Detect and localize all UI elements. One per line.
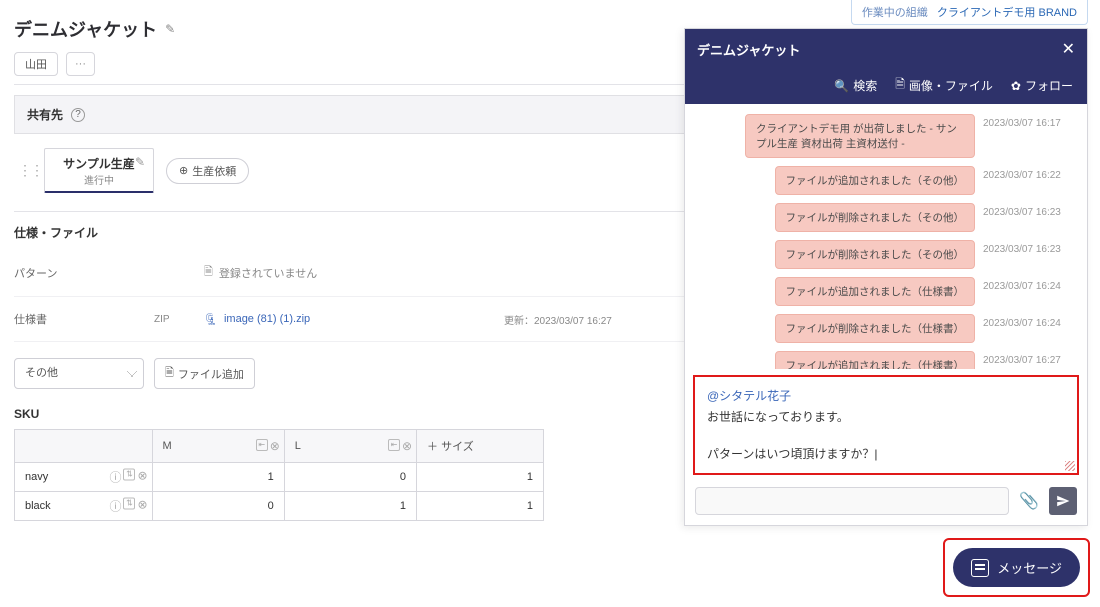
- chat-event-time: 2023/03/07 16:24: [983, 314, 1077, 329]
- chat-actions: 🔍検索 🗎画像・ファイル ✿フォロー: [685, 69, 1087, 104]
- remove-icon[interactable]: ⊗: [402, 439, 412, 453]
- page-title: デニムジャケット: [14, 16, 157, 42]
- attach-icon: 🗎: [165, 364, 174, 383]
- chat-event-pill[interactable]: ファイルが削除されました（その他）: [775, 240, 976, 269]
- remove-icon[interactable]: ⊗: [270, 439, 280, 453]
- file-icon: 🗎: [204, 263, 213, 282]
- sku-row: black ⓘ⇅⊗ 0 1 1: [15, 492, 544, 521]
- chat-search-button[interactable]: 🔍検索: [834, 75, 877, 96]
- share-label: 共有先: [27, 106, 63, 123]
- owner-chip[interactable]: 山田: [14, 52, 58, 76]
- chat-panel: デニムジャケット ✕ 🔍検索 🗎画像・ファイル ✿フォロー クライアントデモ用 …: [684, 28, 1088, 526]
- chat-event-time: 2023/03/07 16:17: [983, 114, 1077, 129]
- spec-file-link[interactable]: 🗜 image (81) (1).zip: [204, 313, 504, 326]
- org-label: 作業中の組織: [862, 7, 928, 19]
- drag-handle-icon[interactable]: ⋮⋮: [14, 162, 32, 179]
- production-request-button[interactable]: ⊕ 生産依頼: [166, 158, 249, 184]
- pattern-placeholder: 🗎 登録されていません: [204, 263, 504, 282]
- more-chip[interactable]: ···: [66, 52, 95, 76]
- file-add-button[interactable]: 🗎 ファイル追加: [154, 358, 255, 389]
- qty-cell[interactable]: 1: [152, 463, 284, 492]
- color-cell[interactable]: navy ⓘ⇅⊗: [15, 463, 153, 492]
- qty-cell[interactable]: 1: [417, 463, 544, 492]
- compose-line: お世話になっております。: [707, 408, 1065, 425]
- chat-event-time: 2023/03/07 16:24: [983, 277, 1077, 292]
- org-name: クライアントデモ用 BRAND: [937, 7, 1077, 19]
- attach-icon[interactable]: 📎: [1019, 491, 1039, 511]
- tab-sample-production[interactable]: サンプル生産 進行中 ✎: [44, 148, 154, 193]
- chat-title: デニムジャケット: [697, 40, 800, 59]
- chat-event-time: 2023/03/07 16:22: [983, 166, 1077, 181]
- chat-event-row: ファイルが削除されました（その他） 2023/03/07 16:23: [695, 203, 1077, 232]
- move-left-icon[interactable]: ⇤: [388, 439, 400, 451]
- compose-line: パターンはいつ頃頂けますか？: [707, 445, 1065, 462]
- chat-send-row: 📎: [685, 481, 1087, 525]
- sku-corner-cell: [15, 430, 153, 463]
- close-icon[interactable]: ✕: [1062, 39, 1075, 59]
- qty-cell[interactable]: 0: [152, 492, 284, 521]
- chat-follow-button[interactable]: ✿フォロー: [1011, 75, 1073, 96]
- float-message-highlight: メッセージ: [943, 538, 1090, 597]
- chat-images-button[interactable]: 🗎画像・ファイル: [895, 75, 993, 96]
- chat-event-pill[interactable]: ファイルが追加されました（その他）: [775, 166, 976, 195]
- chat-input[interactable]: [695, 487, 1009, 515]
- chat-event-pill[interactable]: ファイルが削除されました（仕様書）: [775, 314, 976, 343]
- message-compose[interactable]: @シタテル花子 お世話になっております。 パターンはいつ頃頂けますか？: [693, 375, 1079, 475]
- message-button[interactable]: メッセージ: [953, 548, 1080, 587]
- size-col-l[interactable]: L ⇤⊗: [284, 430, 416, 463]
- send-button[interactable]: [1049, 487, 1077, 515]
- chat-event-time: 2023/03/07 16:27: [983, 351, 1077, 366]
- gear-icon: ✿: [1011, 79, 1021, 93]
- color-cell[interactable]: black ⓘ⇅⊗: [15, 492, 153, 521]
- zip-icon: 🗜: [204, 313, 218, 326]
- qty-cell[interactable]: 1: [417, 492, 544, 521]
- chat-event-row: ファイルが追加されました（仕様書） 2023/03/07 16:24: [695, 277, 1077, 306]
- help-icon[interactable]: ?: [71, 108, 85, 122]
- add-size-button[interactable]: ＋ サイズ: [417, 430, 544, 463]
- size-col-m[interactable]: M ⇤⊗: [152, 430, 284, 463]
- qty-cell[interactable]: 1: [284, 492, 416, 521]
- sort-icon[interactable]: ⇅: [123, 498, 135, 510]
- pattern-label: パターン: [14, 265, 154, 281]
- chat-event-pill[interactable]: ファイルが追加されました（仕様書）: [775, 351, 976, 369]
- sort-icon[interactable]: ⇅: [123, 469, 135, 481]
- org-banner[interactable]: 作業中の組織 クライアントデモ用 BRAND: [851, 0, 1088, 25]
- chat-event-time: 2023/03/07 16:23: [983, 240, 1077, 255]
- chat-event-pill[interactable]: クライアントデモ用 が出荷しました - サンプル生産 資材出荷 主資材送付 -: [745, 114, 975, 158]
- info-icon[interactable]: ⓘ: [109, 469, 121, 486]
- spec-label: 仕様書: [14, 311, 154, 327]
- chat-body[interactable]: クライアントデモ用 が出荷しました - サンプル生産 資材出荷 主資材送付 - 2…: [685, 104, 1087, 369]
- info-icon[interactable]: ⓘ: [109, 498, 121, 515]
- chat-icon: [971, 559, 989, 577]
- chat-event-row: クライアントデモ用 が出荷しました - サンプル生産 資材出荷 主資材送付 - 2…: [695, 114, 1077, 158]
- tab-sub: 進行中: [59, 172, 139, 187]
- sku-row: navy ⓘ⇅⊗ 1 0 1: [15, 463, 544, 492]
- file-icon: 🗎: [895, 75, 905, 96]
- remove-icon[interactable]: ⊗: [137, 498, 147, 515]
- send-icon: [1056, 494, 1070, 508]
- chat-event-pill[interactable]: ファイルが削除されました（その他）: [775, 203, 976, 232]
- sku-table: M ⇤⊗ L ⇤⊗ ＋ サイズ navy ⓘ⇅⊗ 1 0 1: [14, 429, 544, 521]
- chat-header: デニムジャケット ✕: [685, 29, 1087, 69]
- chat-event-time: 2023/03/07 16:23: [983, 203, 1077, 218]
- edit-title-icon[interactable]: ✎: [165, 22, 175, 36]
- edit-tab-icon[interactable]: ✎: [135, 155, 145, 169]
- chat-event-row: ファイルが追加されました（仕様書） 2023/03/07 16:27: [695, 351, 1077, 369]
- move-left-icon[interactable]: ⇤: [256, 439, 268, 451]
- chat-event-pill[interactable]: ファイルが追加されました（仕様書）: [775, 277, 976, 306]
- chat-event-row: ファイルが削除されました（仕様書） 2023/03/07 16:24: [695, 314, 1077, 343]
- chat-event-row: ファイルが削除されました（その他） 2023/03/07 16:23: [695, 240, 1077, 269]
- qty-cell[interactable]: 0: [284, 463, 416, 492]
- chat-event-row: ファイルが追加されました（その他） 2023/03/07 16:22: [695, 166, 1077, 195]
- plus-icon: ⊕: [179, 164, 188, 177]
- resize-handle-icon[interactable]: [1065, 461, 1075, 471]
- file-ext: ZIP: [154, 314, 204, 325]
- tab-title: サンプル生産: [59, 155, 139, 172]
- search-icon: 🔍: [834, 79, 849, 93]
- remove-icon[interactable]: ⊗: [137, 469, 147, 486]
- other-select[interactable]: その他: [14, 358, 144, 389]
- mention: @シタテル花子: [707, 387, 1065, 404]
